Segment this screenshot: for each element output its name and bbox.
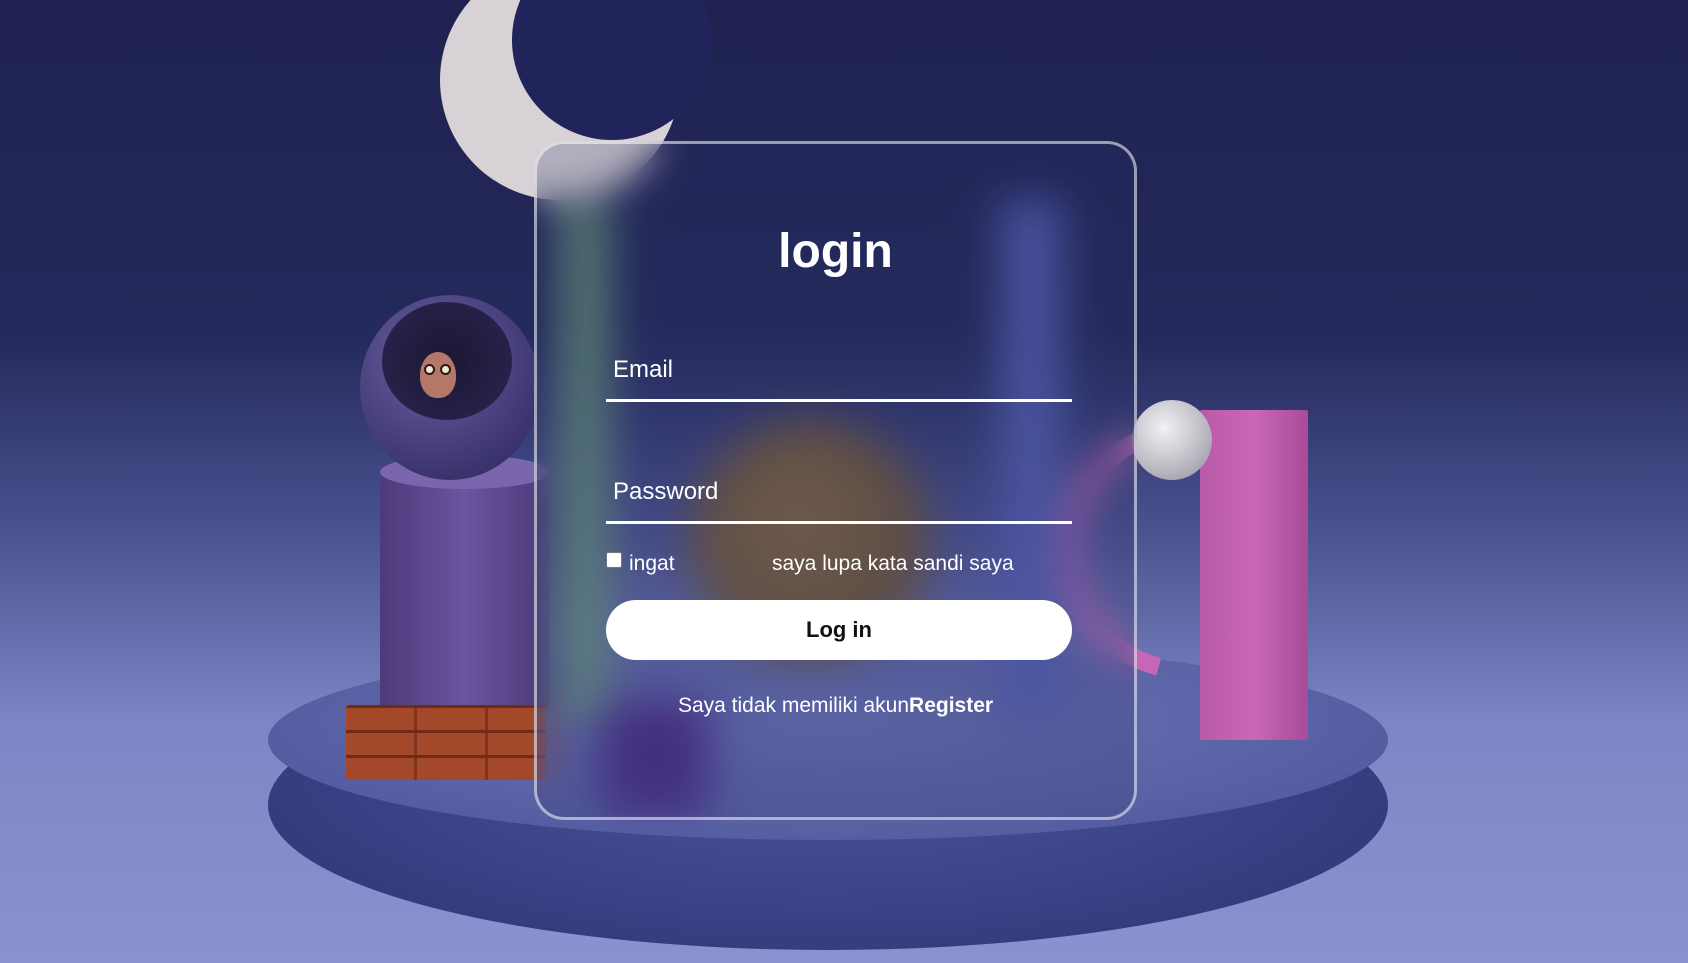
remember-checkbox[interactable] — [606, 552, 622, 568]
email-field-wrapper — [606, 340, 1072, 402]
login-page: login ingat saya lupa kata sandi saya Lo… — [0, 0, 1688, 963]
email-input[interactable] — [606, 340, 1072, 399]
remember-forgot-row: ingat saya lupa kata sandi saya — [606, 550, 1072, 580]
login-button[interactable]: Log in — [606, 600, 1072, 660]
background-silver-ball — [1132, 400, 1212, 480]
login-form: login ingat saya lupa kata sandi saya Lo… — [534, 141, 1137, 820]
login-title: login — [778, 225, 893, 278]
register-prompt: Saya tidak memiliki akun — [677, 694, 910, 717]
forgot-password-link[interactable]: saya lupa kata sandi saya — [772, 552, 1014, 576]
register-link[interactable]: Register — [909, 694, 993, 717]
password-input[interactable] — [606, 462, 1072, 521]
background-pillar — [380, 470, 550, 710]
remember-label: ingat — [629, 552, 675, 575]
background-brick-joints — [346, 705, 546, 780]
background-pink-block — [1200, 410, 1308, 740]
background-bird-eye — [440, 364, 451, 375]
background-bird-eye — [424, 364, 435, 375]
password-field-wrapper — [606, 462, 1072, 524]
background-bird-figure — [420, 352, 456, 398]
register-row: Saya tidak memiliki akunRegister — [537, 694, 1134, 718]
